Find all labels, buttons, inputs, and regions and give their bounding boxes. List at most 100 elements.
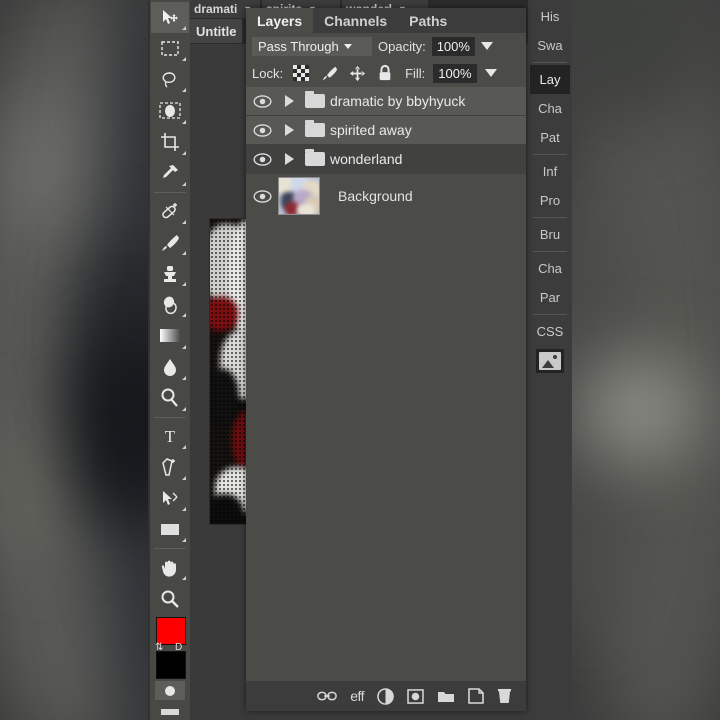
spot-healing-brush-tool[interactable]: [151, 196, 189, 227]
pen-tool[interactable]: [151, 452, 189, 483]
crop-tool[interactable]: [151, 127, 189, 158]
info-panel-tab[interactable]: Inf: [530, 157, 570, 186]
dodge-tool[interactable]: [151, 383, 189, 414]
layer-style-button[interactable]: eff: [350, 686, 364, 706]
tool-flyout-corner: [182, 476, 186, 481]
layer-name[interactable]: wonderland: [330, 151, 402, 167]
layer-mask-button[interactable]: [407, 686, 424, 706]
screen-mode-button[interactable]: [155, 704, 185, 720]
triangle-right-icon: [284, 153, 294, 165]
color-swatches[interactable]: ⇅ D: [151, 616, 189, 679]
layer-thumbnail[interactable]: [278, 177, 320, 215]
table-row[interactable]: Background: [246, 174, 526, 218]
transparency-lock-icon[interactable]: [291, 63, 311, 83]
document-tab-label: dramati: [194, 2, 238, 16]
layers-panel-footer[interactable]: eff: [246, 681, 526, 711]
opacity-input[interactable]: 100%: [431, 36, 475, 56]
fill-input[interactable]: 100%: [433, 63, 477, 83]
rail-label: Cha: [538, 261, 562, 276]
eraser-tool[interactable]: [151, 289, 189, 320]
rail-divider: [533, 251, 567, 252]
active-document-tab[interactable]: Untitle: [190, 19, 243, 43]
rail-label: CSS: [536, 324, 564, 339]
screen-mode-icon: [161, 709, 179, 716]
layer-visibility-toggle[interactable]: [246, 123, 278, 137]
gradient-tool[interactable]: [151, 320, 189, 351]
tool-flyout-corner: [182, 576, 186, 581]
channels-panel-tab[interactable]: Cha: [530, 94, 570, 123]
image-lock-icon[interactable]: [319, 63, 339, 83]
paragraph-panel-tab[interactable]: Par: [530, 283, 570, 312]
link-layers-button[interactable]: [317, 686, 338, 706]
zoom-tool[interactable]: [151, 583, 189, 614]
group-expand-arrow[interactable]: [278, 124, 300, 136]
tools-panel[interactable]: T ⇅ D: [150, 0, 190, 720]
blend-mode-row[interactable]: Pass Through Opacity: 100%: [246, 33, 526, 59]
layer-visibility-toggle[interactable]: [246, 94, 278, 108]
group-expand-arrow[interactable]: [278, 95, 300, 107]
svg-text:T: T: [165, 427, 176, 446]
rail-divider: [533, 217, 567, 218]
chevron-down-icon[interactable]: [343, 43, 352, 49]
layers-panel-tab-bar[interactable]: Layers Channels Paths: [246, 8, 526, 33]
blur-tool[interactable]: [151, 352, 189, 383]
swap-colors-icon[interactable]: ⇅: [155, 642, 163, 653]
clone-stamp-tool[interactable]: [151, 258, 189, 289]
delete-layer-button[interactable]: [497, 686, 512, 706]
rail-divider: [533, 154, 567, 155]
brushes-panel-tab[interactable]: Bru: [530, 220, 570, 249]
opacity-stepper-icon[interactable]: [480, 42, 493, 50]
tab-channels[interactable]: Channels: [313, 8, 398, 33]
path-selection-tool[interactable]: [151, 483, 189, 514]
all-lock-icon[interactable]: [375, 63, 395, 83]
new-layer-button[interactable]: [468, 686, 484, 706]
layer-list[interactable]: dramatic by bbyhyuck spirited away wonde…: [246, 87, 526, 681]
foreground-color-swatch[interactable]: [156, 616, 186, 645]
eyedropper-tool[interactable]: [151, 158, 189, 189]
layers-panel-tab[interactable]: Lay: [530, 65, 570, 94]
adjustment-layer-button[interactable]: [377, 686, 394, 706]
lock-row[interactable]: Lock: Fill: 100%: [246, 59, 526, 87]
layer-visibility-toggle[interactable]: [246, 152, 278, 166]
panel-rail[interactable]: His Swa Lay Cha Pat Inf Pro Bru Cha Par …: [528, 0, 572, 720]
lasso-tool[interactable]: [151, 64, 189, 95]
rectangular-marquee-tool[interactable]: [151, 33, 189, 64]
table-row[interactable]: dramatic by bbyhyuck: [246, 87, 526, 116]
image-icon: [539, 351, 561, 370]
blend-mode-value: Pass Through: [258, 38, 339, 54]
paths-panel-tab[interactable]: Pat: [530, 123, 570, 152]
swatches-panel-tab[interactable]: Swa: [530, 31, 570, 60]
rail-divider: [533, 314, 567, 315]
fill-stepper-icon[interactable]: [484, 69, 497, 77]
table-row[interactable]: spirited away: [246, 116, 526, 145]
tool-flyout-corner: [182, 150, 186, 155]
css-panel-tab[interactable]: CSS: [530, 317, 570, 346]
new-group-button[interactable]: [437, 686, 455, 706]
quick-mask-button[interactable]: [155, 680, 185, 701]
layer-name[interactable]: dramatic by bbyhyuck: [330, 93, 465, 109]
libraries-panel-tab[interactable]: [530, 346, 570, 375]
tool-flyout-corner: [182, 344, 186, 349]
hand-tool[interactable]: [151, 552, 189, 583]
character-panel-tab[interactable]: Cha: [530, 254, 570, 283]
position-lock-icon[interactable]: [347, 63, 367, 83]
history-panel-tab[interactable]: His: [530, 2, 570, 31]
layer-visibility-toggle[interactable]: [246, 189, 278, 203]
tab-layers[interactable]: Layers: [246, 8, 314, 33]
type-tool[interactable]: T: [151, 421, 189, 452]
tab-paths[interactable]: Paths: [398, 8, 458, 33]
move-tool[interactable]: [151, 2, 189, 34]
object-selection-tool[interactable]: [151, 95, 189, 126]
blend-mode-select[interactable]: Pass Through: [252, 36, 372, 56]
group-expand-arrow[interactable]: [278, 153, 300, 165]
layers-panel[interactable]: Layers Channels Paths Pass Through Opaci…: [246, 8, 526, 711]
tool-flyout-corner: [182, 181, 186, 186]
layer-name[interactable]: Background: [338, 188, 413, 204]
background-color-swatch[interactable]: [156, 650, 186, 679]
layer-name[interactable]: spirited away: [330, 122, 412, 138]
default-colors-icon[interactable]: D: [175, 642, 182, 653]
properties-panel-tab[interactable]: Pro: [530, 186, 570, 215]
brush-tool[interactable]: [151, 227, 189, 258]
table-row[interactable]: wonderland: [246, 145, 526, 174]
rectangle-tool[interactable]: [151, 514, 189, 545]
